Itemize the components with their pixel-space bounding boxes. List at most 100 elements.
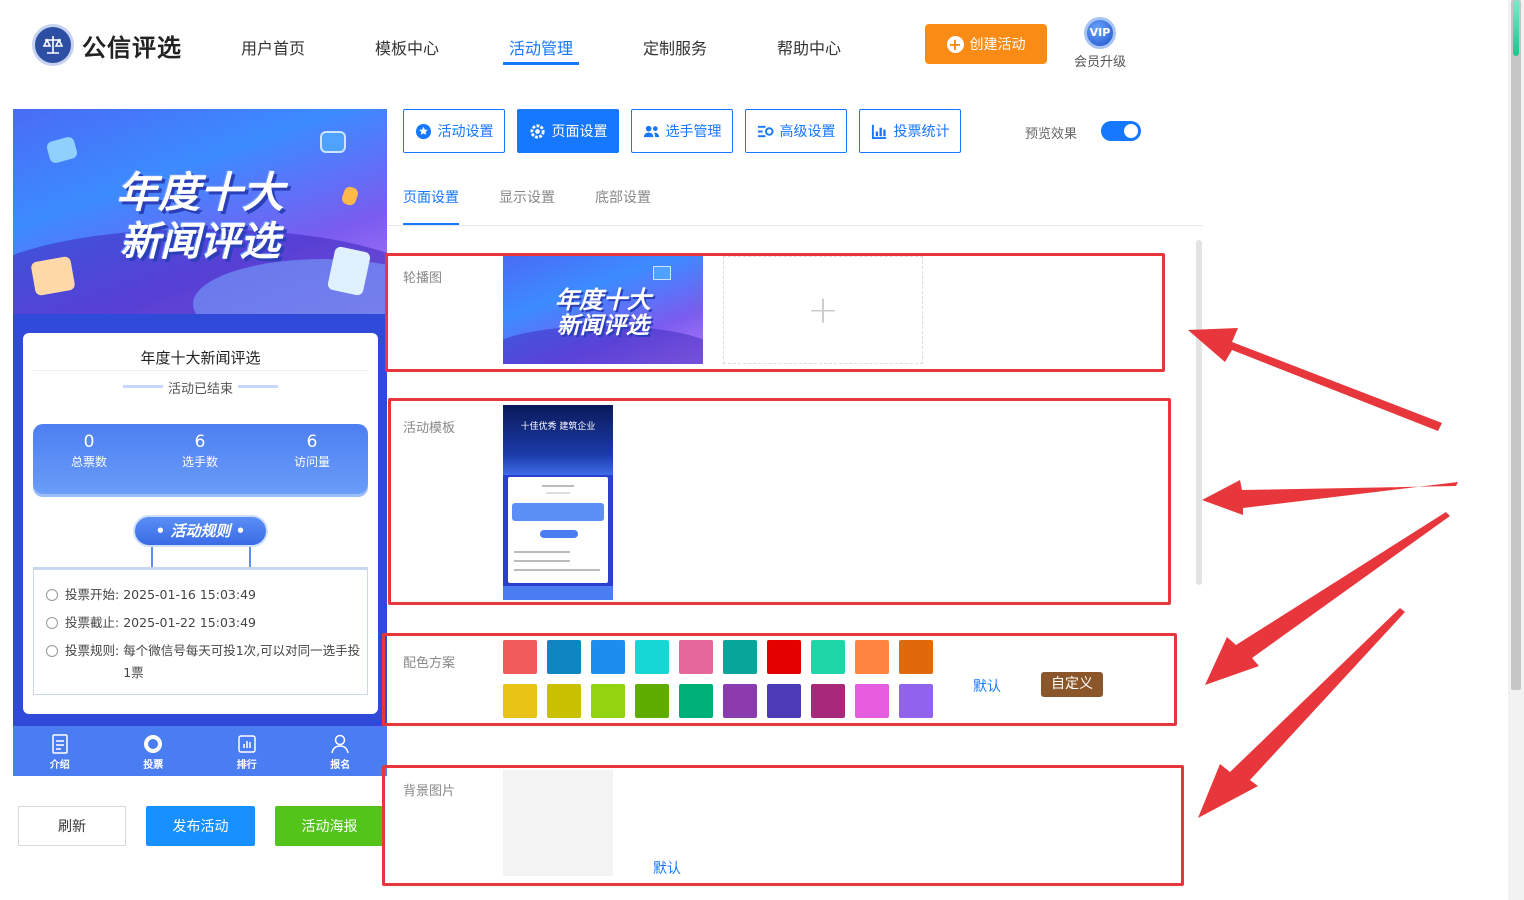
preview-banner: 年度十大 新闻评选 — [13, 109, 387, 314]
activity-rules-label: 活动规则 — [170, 522, 231, 540]
rule-text-value: 每个微信号每天可投1次,可以对同一选手投1票 — [123, 643, 361, 680]
activity-rules-button[interactable]: • 活动规则 • — [133, 515, 268, 547]
color-swatch[interactable] — [899, 640, 933, 674]
arrow-to-template — [1202, 480, 1458, 515]
color-default-link[interactable]: 默认 — [973, 676, 1001, 696]
phone-nav-intro[interactable]: 介绍 — [30, 726, 90, 776]
tab-label: 高级设置 — [779, 124, 836, 140]
stat-label: 总票数 — [70, 455, 107, 469]
color-swatch[interactable] — [547, 684, 581, 718]
document-icon — [52, 734, 68, 754]
stats-panel: 0 总票数 6 选手数 6 访问量 — [33, 424, 368, 494]
star-icon — [415, 123, 431, 139]
nav-item-activity-management[interactable]: 活动管理 — [509, 35, 573, 59]
color-scheme-label: 配色方案 — [403, 656, 456, 671]
color-swatch[interactable] — [679, 640, 713, 674]
window-scroll-indicator — [1513, 0, 1519, 56]
color-swatch[interactable] — [811, 640, 845, 674]
nav-item-template-center[interactable]: 模板中心 — [375, 35, 439, 59]
tab-vote-statistics[interactable]: 投票统计 — [859, 109, 961, 153]
tab-activity-settings[interactable]: 活动设置 — [403, 109, 505, 153]
phone-preview: 年度十大 新闻评选 年度十大新闻评选 活动已结束 0 总票数 6 选手数 6 访… — [13, 109, 387, 776]
window-scrollbar-thumb[interactable] — [1511, 0, 1521, 690]
divider — [33, 370, 368, 371]
clock-icon — [46, 589, 58, 601]
color-swatch[interactable] — [767, 684, 801, 718]
clock-icon — [46, 617, 58, 629]
vip-upgrade-label: 会员升级 — [1073, 55, 1126, 70]
color-swatch[interactable] — [635, 684, 669, 718]
tab-advanced-settings[interactable]: 高级设置 — [745, 109, 847, 153]
users-icon — [643, 125, 659, 137]
phone-nav-signup[interactable]: 报名 — [310, 726, 370, 776]
color-swatch[interactable] — [591, 684, 625, 718]
play-screen-icon — [653, 266, 671, 280]
color-custom-button[interactable]: 自定义 — [1041, 672, 1103, 697]
publish-activity-button[interactable]: 发布活动 — [146, 806, 255, 846]
rule-end-row: 投票截止: 2025-01-22 15:03:49 — [46, 612, 256, 634]
nav-item-user-home[interactable]: 用户首页 — [241, 35, 305, 59]
color-swatch[interactable] — [855, 640, 889, 674]
refresh-button[interactable]: 刷新 — [18, 806, 126, 846]
color-swatch[interactable] — [635, 640, 669, 674]
activity-title: 年度十大新闻评选 — [140, 349, 261, 367]
connector — [151, 547, 153, 567]
color-swatch[interactable] — [767, 640, 801, 674]
tab-label: 投票统计 — [893, 124, 950, 140]
phone-nav-ranking[interactable]: 排行 — [217, 726, 277, 776]
carousel-upload-button[interactable]: + — [723, 256, 923, 364]
nav-item-custom-service[interactable]: 定制服务 — [643, 35, 707, 59]
arrow-to-colors — [1205, 512, 1450, 685]
rules-dot-icon: • — [230, 522, 246, 540]
rule-end-value: 2025-01-22 15:03:49 — [123, 615, 256, 630]
nav-active-indicator — [503, 62, 579, 65]
stat-total-votes: 0 总票数 — [49, 432, 129, 470]
color-swatch[interactable] — [723, 684, 757, 718]
vip-upgrade[interactable]: VIP 会员升级 — [1070, 17, 1130, 70]
stat-value: 6 — [194, 432, 206, 452]
phone-nav-vote[interactable]: 投票 — [123, 726, 183, 776]
color-swatch[interactable] — [811, 684, 845, 718]
activity-status: 活动已结束 — [167, 382, 233, 397]
template-thumbnail[interactable]: 十佳优秀 建筑企业 — [503, 405, 613, 600]
color-swatch[interactable] — [723, 640, 757, 674]
create-activity-button[interactable]: + 创建活动 — [925, 24, 1047, 64]
toggle-knob — [1124, 124, 1138, 138]
user-icon — [331, 734, 349, 754]
color-swatch[interactable] — [679, 684, 713, 718]
tab-label: 页面设置 — [551, 124, 608, 140]
tab-page-settings[interactable]: 页面设置 — [517, 109, 619, 153]
color-swatch[interactable] — [503, 684, 537, 718]
vote-icon — [144, 735, 163, 753]
arrow-to-carousel — [1188, 328, 1442, 431]
color-swatch[interactable] — [503, 640, 537, 674]
color-swatch[interactable] — [547, 640, 581, 674]
banner-title-line2: 新闻评选 — [120, 219, 280, 265]
logo[interactable]: 公信评选 — [32, 24, 182, 66]
preview-effect-toggle[interactable] — [1101, 121, 1141, 141]
rule-start-label: 投票开始: — [65, 587, 120, 602]
tab-contestant-management[interactable]: 选手管理 — [631, 109, 733, 153]
phone-nav-label: 排行 — [236, 760, 257, 771]
vip-badge-icon: VIP — [1084, 17, 1116, 49]
subtab-display-settings[interactable]: 显示设置 — [499, 187, 555, 207]
background-default-link[interactable]: 默认 — [653, 858, 681, 878]
nav-item-help-center[interactable]: 帮助中心 — [777, 35, 841, 59]
rule-start-value: 2025-01-16 15:03:49 — [123, 587, 256, 602]
background-image-placeholder[interactable] — [503, 770, 613, 876]
plus-icon: + — [946, 34, 964, 54]
tab-label: 选手管理 — [665, 124, 722, 140]
rule-end-label: 投票截止: — [65, 615, 120, 630]
carousel-image-line2: 新闻评选 — [557, 313, 649, 339]
rules-box: 投票开始: 2025-01-16 15:03:49 投票截止: 2025-01-… — [33, 567, 368, 695]
color-swatch[interactable] — [591, 640, 625, 674]
carousel-image[interactable]: 年度十大 新闻评选 — [503, 256, 703, 364]
activity-poster-button[interactable]: 活动海报 — [275, 806, 384, 846]
subtab-page-settings[interactable]: 页面设置 — [403, 187, 459, 207]
subtab-footer-settings[interactable]: 底部设置 — [595, 187, 651, 207]
phone-nav-label: 介绍 — [49, 760, 70, 771]
stat-label: 选手数 — [181, 455, 218, 469]
color-swatch[interactable] — [855, 684, 889, 718]
color-swatch[interactable] — [899, 684, 933, 718]
template-thumbnail-title: 十佳优秀 建筑企业 — [520, 422, 596, 432]
